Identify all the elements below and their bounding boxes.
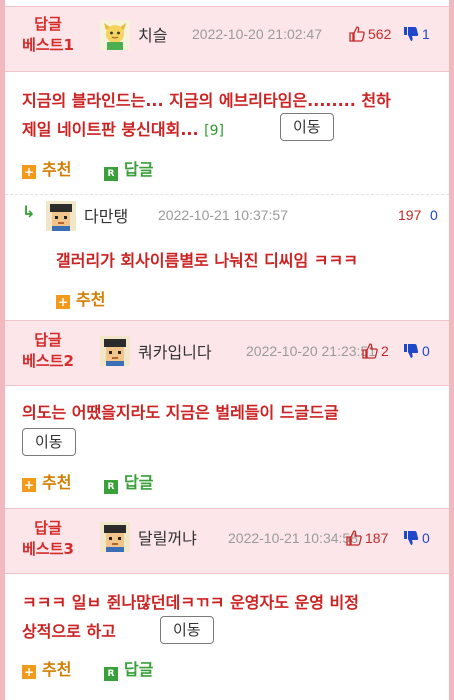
reply-button[interactable]: R 답글 — [104, 473, 153, 494]
move-button[interactable]: 이동 — [160, 616, 214, 644]
dislike-count: 1 — [422, 26, 430, 42]
like-button[interactable]: 187 — [346, 530, 388, 546]
thumbs-down-icon — [404, 27, 419, 41]
best-badge-line1: 답글 — [34, 15, 62, 33]
move-button[interactable]: 이동 — [280, 113, 334, 141]
like-count: 2 — [381, 343, 389, 359]
comment-text-line: ㅋㅋㅋ 일ㅂ 쥔나많던데ㅋㄲㅋ 운영자도 운영 비정 — [22, 593, 359, 612]
reply-label: 답글 — [124, 160, 154, 179]
dislike-button[interactable]: 1 — [403, 26, 430, 42]
dislike-count: 0 — [422, 343, 430, 359]
comment-author[interactable]: 쿼카입니다 — [138, 339, 212, 363]
like-button[interactable]: 2 — [362, 343, 389, 359]
best-badge-3: 답글 베스트3 — [14, 518, 82, 560]
thumbs-up-icon — [346, 530, 362, 546]
like-button[interactable]: 562 — [349, 26, 391, 42]
dislike-button[interactable]: 0 — [403, 530, 430, 546]
reply-label: 답글 — [124, 660, 154, 679]
recommend-button[interactable]: + 추천 — [22, 160, 71, 180]
comment-text-line: 상적으로 하고 — [22, 622, 116, 641]
comment-text-line: 제일 네이트판 붕신대회... [9] — [22, 115, 442, 146]
reply-r-icon: R — [104, 667, 118, 681]
like-count: 187 — [365, 530, 389, 546]
divider — [5, 194, 449, 195]
comment-date: 2022-10-20 21:02:47 — [192, 26, 322, 42]
recommend-label: 추천 — [42, 160, 72, 179]
plus-icon: + — [22, 665, 36, 679]
dislike-button[interactable]: 0 — [403, 343, 430, 359]
reply-button[interactable]: R 답글 — [104, 160, 153, 181]
recommend-button[interactable]: + 추천 — [22, 660, 71, 680]
thumbs-down-icon — [404, 344, 419, 358]
pixel-face-avatar-icon[interactable] — [100, 522, 130, 552]
comment-author[interactable]: 달릴꺼냐 — [138, 525, 197, 549]
recommend-label: 추천 — [42, 473, 72, 492]
best-badge-1: 답글 베스트1 — [14, 14, 82, 56]
best-badge-2: 답글 베스트2 — [14, 330, 82, 372]
comment-date: 2022-10-21 10:37:57 — [158, 207, 288, 223]
like-count[interactable]: 197 — [398, 207, 421, 223]
comment-body: 의도는 어땠을지라도 지금은 벌레들이 드글드글 — [22, 403, 339, 422]
pixel-face-avatar-icon[interactable] — [100, 336, 130, 366]
comment-date: 2022-10-20 21:23:51 — [246, 343, 376, 359]
thumbs-up-icon — [362, 343, 378, 359]
reply-r-icon: R — [104, 167, 118, 181]
reply-label: 답글 — [124, 473, 154, 492]
plus-icon: + — [56, 295, 70, 309]
move-button[interactable]: 이동 — [22, 428, 76, 456]
comment-date: 2022-10-21 10:34:58 — [228, 530, 358, 546]
reply-button[interactable]: R 답글 — [104, 660, 153, 681]
thumbs-down-icon — [404, 531, 419, 545]
best-badge-line1: 답글 — [34, 519, 62, 537]
plus-icon: + — [22, 165, 36, 179]
best-badge-line2: 베스트1 — [22, 36, 74, 54]
thumbs-up-icon — [349, 26, 365, 42]
recommend-button[interactable]: + 추천 — [56, 290, 105, 310]
reply-arrow-icon: ↳ — [22, 202, 36, 221]
comment-author[interactable]: 다만탱 — [84, 203, 128, 227]
reply-body: 갤러리가 회사이름별로 나눠진 디씨임 ㅋㅋㅋ — [56, 251, 358, 270]
like-count: 562 — [368, 26, 392, 42]
best-badge-line1: 답글 — [34, 331, 62, 349]
best-badge-line2: 베스트3 — [22, 540, 74, 558]
recommend-label: 추천 — [42, 660, 72, 679]
best-badge-line2: 베스트2 — [22, 352, 74, 370]
dislike-count[interactable]: 0 — [430, 207, 438, 223]
plus-icon: + — [22, 478, 36, 492]
comment-body: ㅋㅋㅋ 일ㅂ 쥔나많던데ㅋㄲㅋ 운영자도 운영 비정 상적으로 하고 — [22, 588, 442, 646]
reply-count: [9] — [204, 123, 224, 139]
reply-r-icon: R — [104, 480, 118, 494]
recommend-label: 추천 — [76, 290, 106, 309]
character-avatar-icon[interactable] — [100, 20, 130, 50]
dislike-count: 0 — [422, 530, 430, 546]
pixel-face-avatar-icon[interactable] — [46, 201, 76, 231]
comment-text-line: 지금의 블라인드는... 지금의 에브리타임은........ 천하 — [22, 91, 391, 110]
comment-body: 지금의 블라인드는... 지금의 에브리타임은........ 천하 제일 네이… — [22, 86, 442, 146]
comment-author[interactable]: 치슬 — [138, 22, 167, 46]
recommend-button[interactable]: + 추천 — [22, 473, 71, 493]
comment-text-part: 제일 네이트판 붕신대회... — [22, 120, 199, 139]
